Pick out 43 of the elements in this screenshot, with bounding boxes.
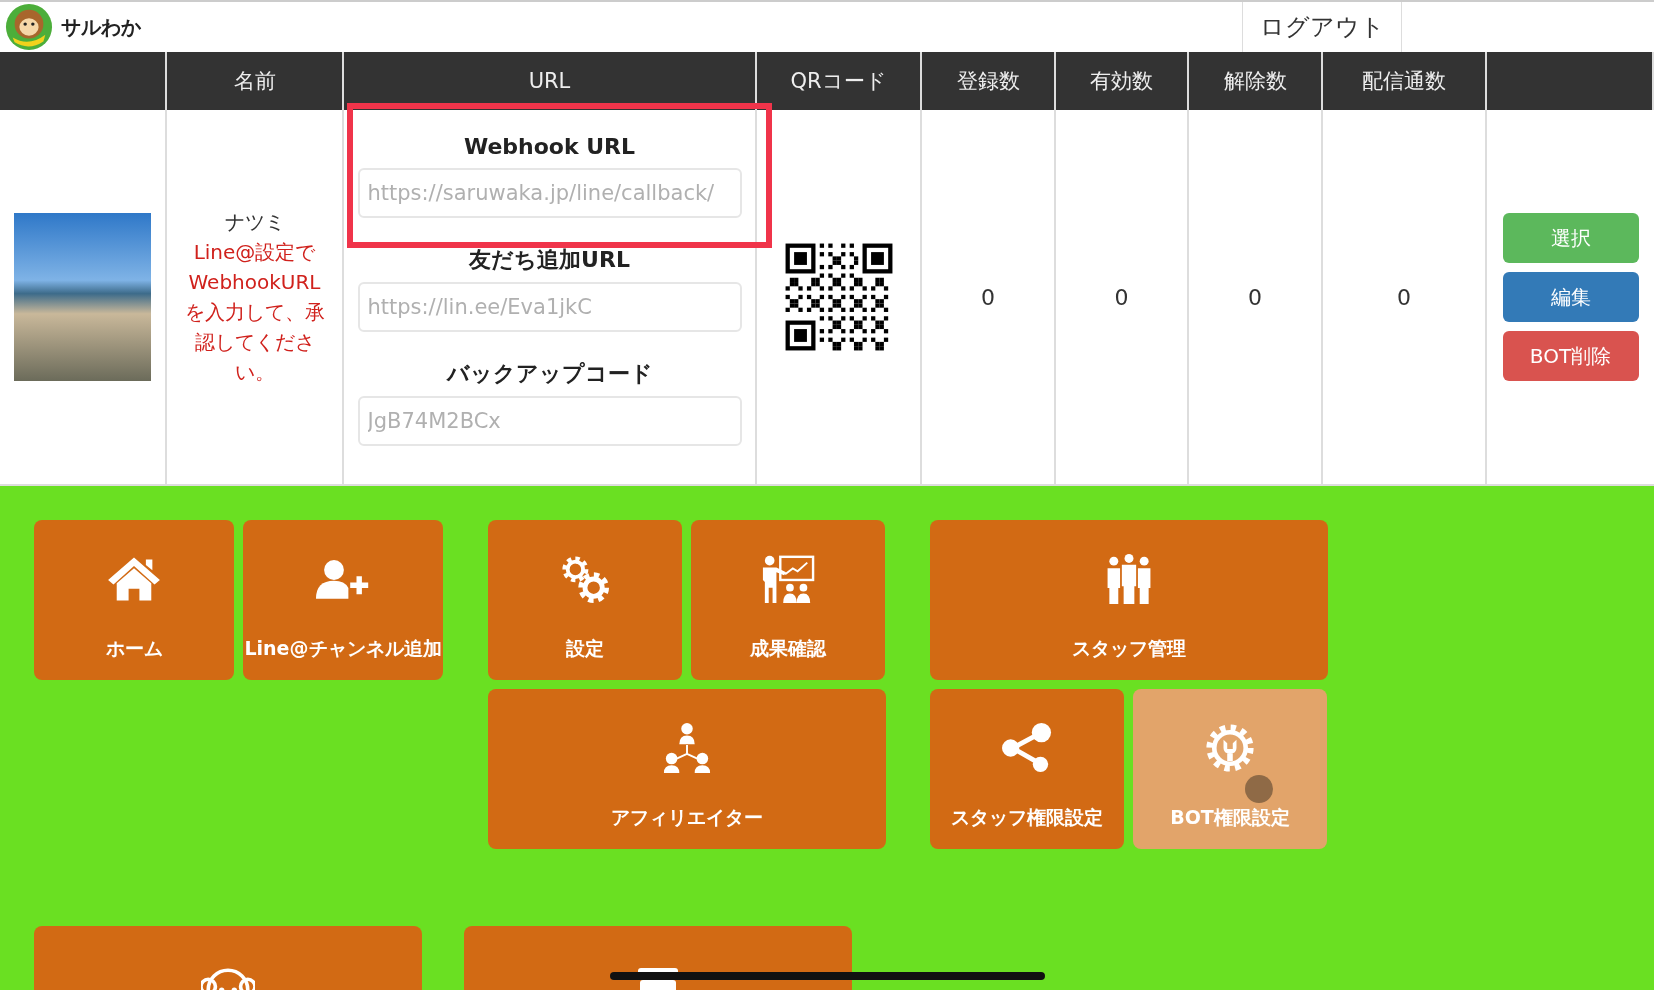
tile-label: BOT権限設定: [1170, 805, 1290, 830]
edit-button[interactable]: 編集: [1502, 272, 1639, 322]
count-value: 0: [1114, 284, 1129, 310]
count-value: 0: [1248, 284, 1262, 310]
column-header: 登録数: [922, 52, 1056, 110]
tile-label: 成果確認: [750, 636, 826, 661]
setup-note: Line@設定でWebhookURLを入力して、承認してください。: [184, 239, 325, 386]
logout-button[interactable]: ログアウト: [1242, 2, 1402, 52]
column-header: QRコード: [757, 52, 922, 110]
select-button[interactable]: 選択: [1502, 213, 1639, 263]
touch-indicator: [1245, 775, 1273, 803]
tile-label: 設定: [566, 636, 604, 661]
tile-label: スタッフ権限設定: [951, 805, 1103, 830]
tile-label: アフィリエイター: [611, 805, 763, 830]
column-header: 解除数: [1189, 52, 1323, 110]
url-field[interactable]: https://saruwaka.jp/line/callback/: [357, 168, 742, 218]
delete-button[interactable]: BOT削除: [1502, 331, 1639, 381]
brand-name: サルわか: [61, 13, 141, 41]
menu-tile[interactable]: アフィリエイター: [488, 689, 886, 849]
tile-label: Line@チャンネル追加: [244, 636, 442, 661]
menu-tile[interactable]: スタッフ管理: [930, 520, 1328, 680]
column-header: 名前: [167, 52, 344, 110]
tile-label: スタッフ管理: [1072, 636, 1186, 661]
share-icon: [1000, 723, 1054, 773]
menu-tile[interactable]: スタッフ権限設定: [930, 689, 1124, 849]
url-field[interactable]: https://lin.ee/Eva1jkC: [357, 282, 742, 332]
gear-wrench-icon: [1203, 723, 1257, 773]
menu-tile[interactable]: 設定: [488, 520, 682, 680]
count-value: 0: [981, 284, 995, 310]
column-header: 有効数: [1056, 52, 1189, 110]
bot-name: ナツミ: [224, 209, 285, 236]
count-value: 0: [1397, 284, 1411, 310]
tile-label: ホーム: [105, 636, 163, 661]
presentation-icon: [761, 554, 815, 604]
logo-icon: [5, 3, 53, 51]
field-label: バックアップコード: [446, 360, 653, 388]
menu-tile[interactable]: 成果確認: [691, 520, 885, 680]
menu-tile[interactable]: Line@チャンネル追加: [243, 520, 443, 680]
menu-tile[interactable]: ホーム: [34, 520, 234, 680]
column-header: URL: [344, 52, 757, 110]
field-label: Webhook URL: [463, 132, 636, 161]
column-header: 配信通数: [1323, 52, 1487, 110]
field-label: 友だち追加URL: [469, 246, 630, 274]
